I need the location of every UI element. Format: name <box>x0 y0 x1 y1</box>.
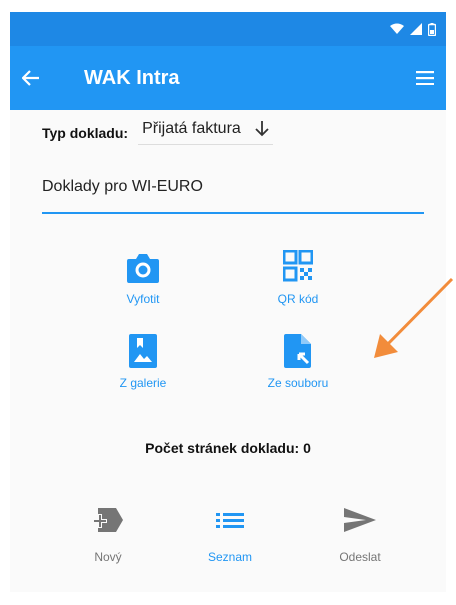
from-file-label: Ze souboru <box>267 376 329 390</box>
document-type-row: Typ dokladu: Přijatá faktura <box>42 120 273 145</box>
menu-button[interactable] <box>404 71 434 85</box>
nav-new-label: Nový <box>94 550 122 564</box>
document-type-select[interactable]: Přijatá faktura <box>138 120 273 145</box>
nav-new[interactable]: Nový <box>48 506 168 564</box>
back-button[interactable] <box>22 70 58 86</box>
app-title: WAK Intra <box>84 66 180 89</box>
qr-code-icon <box>283 250 313 282</box>
arrow-down-icon <box>255 121 269 137</box>
from-file-button[interactable]: Ze souboru <box>238 334 358 390</box>
take-photo-label: Vyfotit <box>126 292 160 306</box>
document-type-label: Typ dokladu: <box>42 124 129 141</box>
wifi-icon <box>390 23 404 34</box>
page-count-text: Počet stránek dokladu: 0 <box>145 440 311 456</box>
qr-code-label: QR kód <box>277 292 319 306</box>
battery-icon <box>428 22 436 36</box>
status-bar <box>10 12 446 46</box>
take-photo-button[interactable]: Vyfotit <box>83 252 203 306</box>
app-bar: WAK Intra <box>10 46 446 110</box>
list-icon <box>216 513 244 528</box>
hamburger-menu-icon <box>416 71 434 85</box>
from-gallery-label: Z galerie <box>119 376 167 390</box>
file-import-icon <box>284 334 311 368</box>
qr-code-button[interactable]: QR kód <box>238 250 358 306</box>
signal-icon <box>410 23 422 35</box>
description-input[interactable]: Doklady pro WI-EURO <box>42 172 424 214</box>
image-icon <box>129 334 157 368</box>
send-icon <box>344 508 376 532</box>
add-document-icon <box>93 508 123 532</box>
nav-send[interactable]: Odeslat <box>300 506 420 564</box>
annotation-arrow-icon <box>374 277 454 358</box>
camera-icon <box>127 254 159 283</box>
nav-list-label: Seznam <box>207 550 253 564</box>
nav-list[interactable]: Seznam <box>170 506 290 564</box>
nav-send-label: Odeslat <box>339 550 381 564</box>
arrow-back-icon <box>22 70 39 86</box>
document-type-value: Přijatá faktura <box>142 120 241 137</box>
from-gallery-button[interactable]: Z galerie <box>83 334 203 390</box>
